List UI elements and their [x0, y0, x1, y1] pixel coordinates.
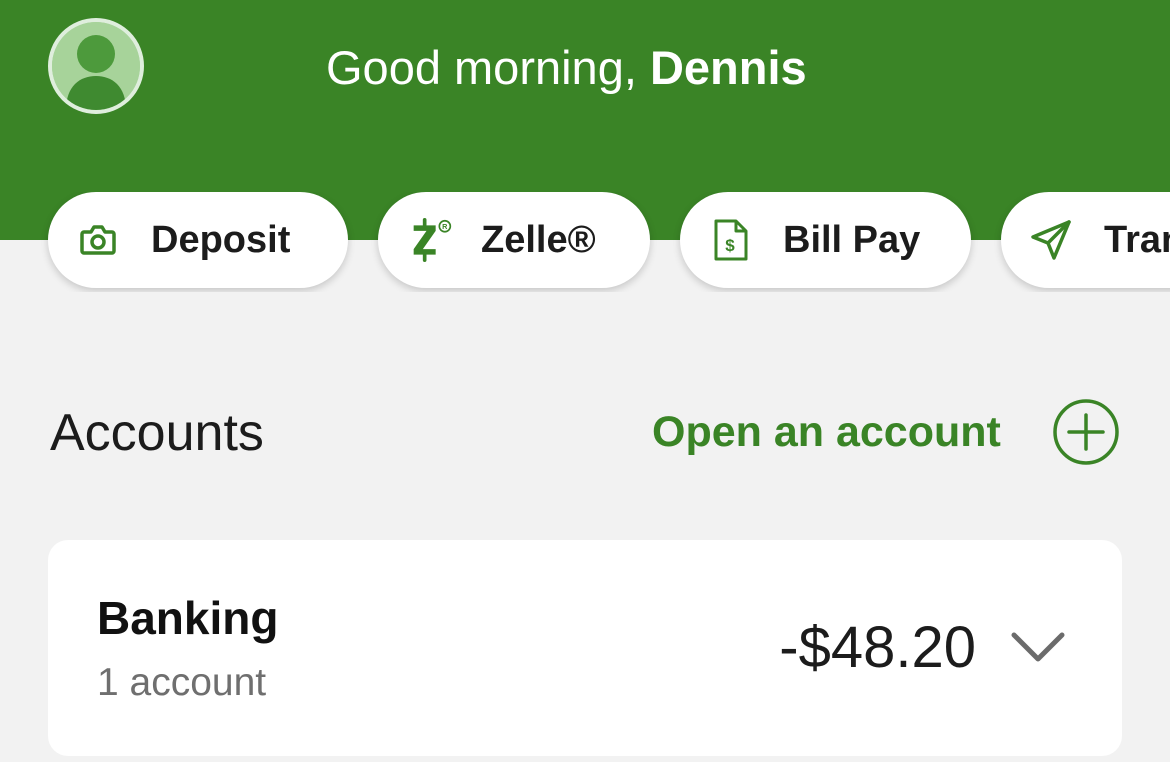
bill-pay-button[interactable]: $ Bill Pay [680, 192, 971, 288]
greeting: Good morning, Dennis [326, 38, 807, 98]
deposit-button[interactable]: Deposit [48, 192, 348, 288]
chevron-down-icon[interactable] [1010, 630, 1066, 664]
accounts-heading: Accounts [50, 404, 264, 462]
plus-circle-icon[interactable] [1052, 398, 1120, 466]
zelle-button[interactable]: R Zelle® [378, 192, 650, 288]
send-icon [1029, 218, 1073, 262]
zelle-label: Zelle® [481, 218, 596, 261]
greeting-prefix: Good morning, [326, 41, 650, 94]
account-group-name: Banking [97, 592, 279, 644]
svg-text:$: $ [725, 236, 735, 255]
bill-pay-label: Bill Pay [783, 218, 921, 261]
svg-text:R: R [442, 222, 448, 231]
open-account-link[interactable]: Open an account [652, 404, 1001, 460]
camera-icon [76, 218, 120, 262]
account-count: 1 account [97, 661, 267, 704]
person-icon [52, 22, 140, 110]
transfer-label: Transfer [1104, 218, 1170, 261]
deposit-label: Deposit [151, 218, 291, 261]
quick-actions-bar[interactable]: Deposit R Zelle® $ Bill Pay Tra [0, 192, 1170, 292]
account-balance: -$48.20 [779, 615, 976, 680]
banking-account-card[interactable]: Banking 1 account -$48.20 [48, 540, 1122, 756]
zelle-icon: R [410, 218, 454, 262]
avatar[interactable] [48, 18, 144, 114]
greeting-user-name: Dennis [649, 41, 807, 94]
bill-pay-icon: $ [708, 218, 752, 262]
transfer-button[interactable]: Transfer [1001, 192, 1170, 288]
